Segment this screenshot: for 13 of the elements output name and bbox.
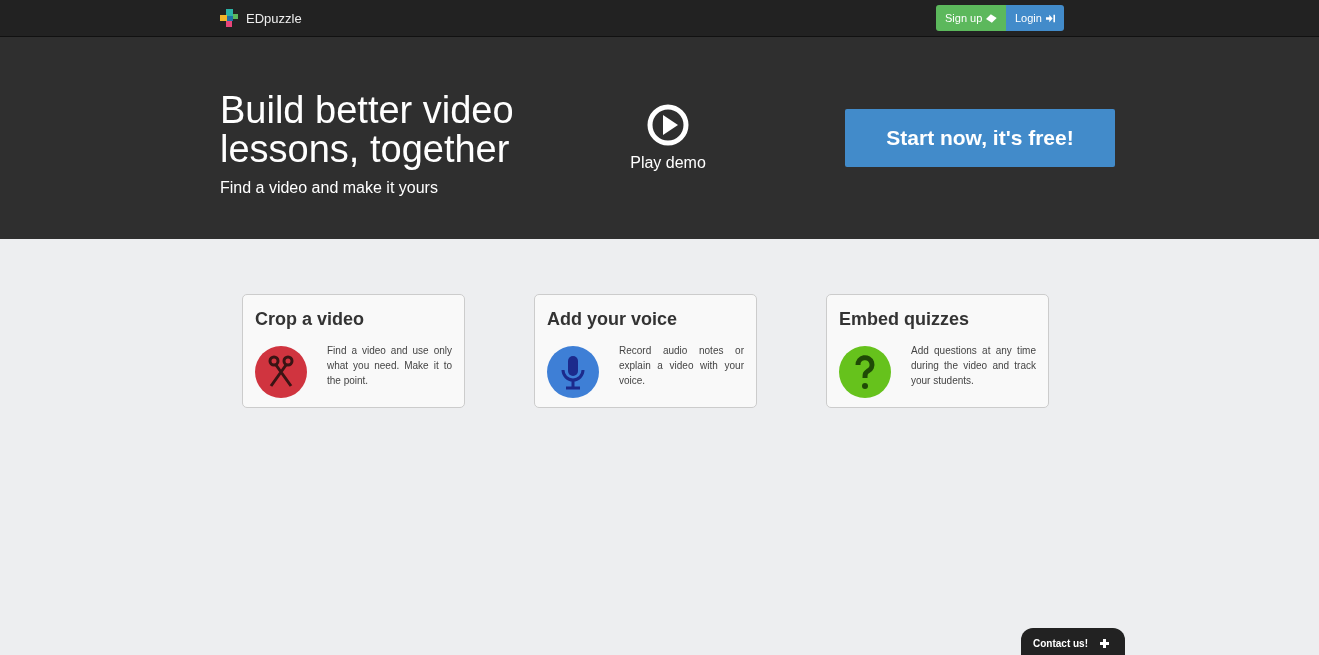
feature-title: Add your voice	[547, 309, 679, 330]
feature-description: Add questions at any time during the video and track your students.	[911, 344, 1036, 388]
brand-name[interactable]: EDpuzzle	[246, 10, 302, 26]
start-now-button[interactable]: Start now, it's free!	[845, 109, 1115, 167]
feature-description: Find a video and use only what you need. Make it to the point.	[327, 344, 452, 388]
play-demo-button[interactable]: Play demo	[609, 104, 727, 172]
hero-title: Build better video lessons, together	[220, 91, 515, 169]
feature-description: Record audio notes or explain a video with your voice.	[619, 344, 744, 388]
feature-title: Embed quizzes	[839, 309, 971, 330]
contact-us-tab[interactable]: Contact us!	[1021, 628, 1125, 655]
hero-subtitle: Find a video and make it yours	[220, 179, 439, 197]
feature-title: Crop a video	[255, 309, 366, 330]
login-button[interactable]: Login	[1006, 5, 1064, 31]
